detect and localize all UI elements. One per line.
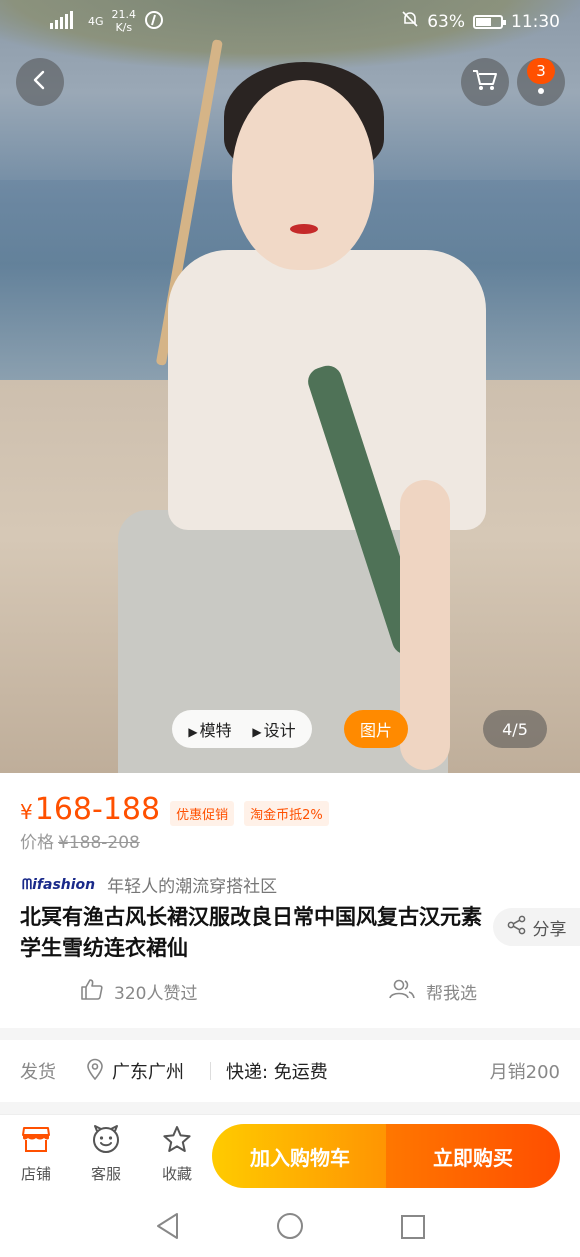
network-speed: 21.4 K/s <box>111 8 137 34</box>
share-icon <box>507 915 527 940</box>
cart-icon <box>471 68 499 96</box>
promo-tag: 优惠促销 <box>170 801 235 826</box>
nav-back-icon[interactable] <box>155 1212 181 1244</box>
shipping-separator <box>210 1062 211 1080</box>
design-tab[interactable]: ▶ 设计 <box>252 717 295 741</box>
service-face-icon <box>91 1125 121 1157</box>
shipping-location: 广东广州 <box>86 1058 184 1085</box>
brand-slogan: 年轻人的潮流穿搭社区 <box>107 877 278 897</box>
coin-tag: 淘金币抵2% <box>244 801 329 826</box>
add-to-cart-button[interactable]: 加入购物车 <box>212 1124 388 1188</box>
favorite-button[interactable]: 收藏 <box>147 1125 207 1184</box>
cart-button[interactable] <box>461 58 509 106</box>
nav-recents-icon[interactable] <box>400 1214 426 1244</box>
picture-tab[interactable]: 图片 <box>344 710 408 748</box>
product-image[interactable] <box>0 0 580 773</box>
people-icon <box>388 978 416 1005</box>
battery-icon <box>473 14 506 29</box>
play-icon: ▶ <box>252 725 262 739</box>
shipping-fee: 快递: 免运费 <box>226 1062 328 1083</box>
current-price: ¥168-188 <box>20 792 161 827</box>
chevron-left-icon <box>30 69 50 95</box>
mute-bell-icon <box>401 10 419 33</box>
price-row: ¥168-188 优惠促销 淘金币抵2% <box>20 792 329 827</box>
product-title: 北冥有渔古风长裙汉服改良日常中国风复古汉元素学生雪纺连衣裙仙 <box>20 905 482 960</box>
cart-count-badge: 3 <box>527 58 555 84</box>
brand-row[interactable]: ᗰifashion 年轻人的潮流穿搭社区 <box>22 872 278 898</box>
network-type: 4G <box>88 14 104 28</box>
monthly-sales: 月销200 <box>489 1062 560 1083</box>
buy-now-button[interactable]: 立即购买 <box>386 1124 560 1188</box>
ifashion-logo: ᗰifashion <box>22 876 96 893</box>
status-right: 63% 11:30 <box>401 10 560 33</box>
share-button[interactable]: 分享 <box>493 908 580 946</box>
customer-service-button[interactable]: 客服 <box>76 1125 136 1184</box>
store-button[interactable]: 店铺 <box>6 1125 66 1184</box>
star-icon <box>162 1125 192 1157</box>
section-divider-bottom <box>0 1102 580 1114</box>
nav-home-icon[interactable] <box>276 1212 304 1244</box>
store-icon <box>21 1125 51 1157</box>
back-button[interactable] <box>16 58 64 106</box>
shipping-label: 发货 <box>20 1062 56 1083</box>
play-icon: ▶ <box>188 725 198 739</box>
media-mode-toggle[interactable]: ▶ 模特 ▶ 设计 <box>172 710 312 748</box>
status-bar: 4G 21.4 K/s 63% 11:30 <box>0 0 580 44</box>
model-tab[interactable]: ▶ 模特 <box>188 717 231 741</box>
app-notification-icon <box>144 10 164 33</box>
original-price: 价格 ¥188-208 <box>20 833 140 853</box>
help-me-choose-button[interactable]: 帮我选 <box>388 978 477 1005</box>
image-page-indicator: 4/5 <box>483 710 547 748</box>
signal-icon <box>50 10 80 32</box>
location-pin-icon <box>86 1058 104 1085</box>
thumbs-up-icon <box>80 978 104 1005</box>
likes-button[interactable]: 320人赞过 <box>80 978 197 1005</box>
status-left: 4G 21.4 K/s <box>50 8 164 34</box>
system-nav-bar <box>0 1196 580 1257</box>
image-face <box>232 80 374 270</box>
section-divider <box>0 1028 580 1040</box>
shipping-row[interactable]: 发货 广东广州 快递: 免运费 月销200 <box>0 1040 580 1102</box>
image-lips <box>290 224 318 234</box>
battery-percent: 63% <box>427 11 465 32</box>
clock: 11:30 <box>511 11 560 32</box>
bottom-action-bar: 店铺 客服 收藏 加入购物车 立即购买 <box>0 1114 580 1196</box>
